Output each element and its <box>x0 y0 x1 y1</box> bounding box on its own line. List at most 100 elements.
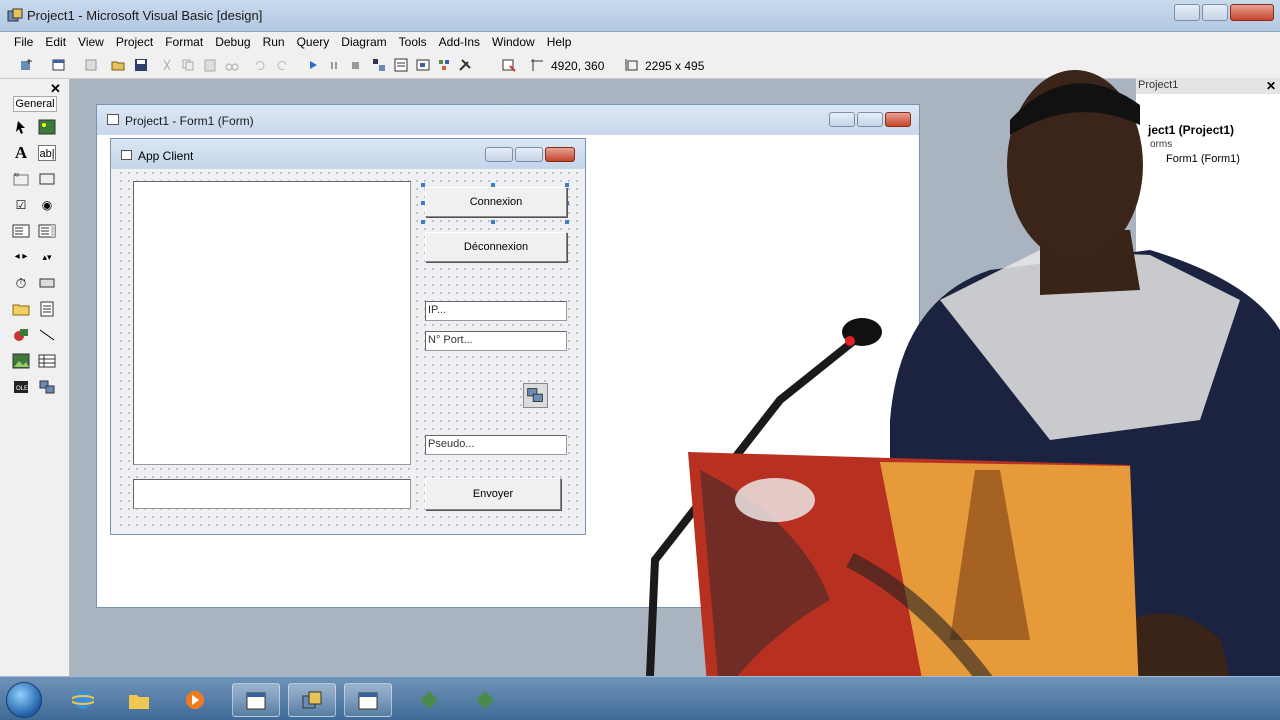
app-client-form[interactable]: App Client Connexion Déconnexion IP... N… <box>110 138 586 535</box>
optionbutton-icon[interactable]: ◉ <box>38 197 56 213</box>
properties-window-icon[interactable] <box>394 58 408 72</box>
taskbar-app-4[interactable] <box>462 683 510 717</box>
line-icon[interactable] <box>38 327 56 343</box>
minimize-button[interactable] <box>1174 4 1200 21</box>
position-icon <box>531 59 543 71</box>
svg-text:OLE: OLE <box>16 386 28 392</box>
taskbar-explorer[interactable] <box>116 683 164 717</box>
connect-button[interactable]: Connexion <box>425 187 567 217</box>
ip-field[interactable]: IP... <box>425 301 567 321</box>
vscrollbar-icon[interactable]: ▴▾ <box>38 249 56 265</box>
pointer-icon[interactable] <box>12 119 30 135</box>
menu-file[interactable]: File <box>8 32 39 52</box>
start-icon[interactable] <box>306 58 320 72</box>
selection-handle[interactable] <box>421 220 425 224</box>
menu-run[interactable]: Run <box>257 32 291 52</box>
form-layout-icon[interactable] <box>416 58 430 72</box>
port-field[interactable]: N° Port... <box>425 331 567 351</box>
drivelistbox-icon[interactable] <box>38 275 56 291</box>
designer-close-button[interactable] <box>885 112 911 127</box>
cut-icon[interactable] <box>160 58 174 72</box>
redo-icon[interactable] <box>275 58 289 72</box>
app-client-controls <box>485 147 575 162</box>
messages-listbox[interactable] <box>133 181 411 465</box>
label-icon[interactable]: A <box>12 144 30 161</box>
dirlistbox-icon[interactable] <box>12 301 30 317</box>
break-icon[interactable] <box>327 58 341 72</box>
menu-format[interactable]: Format <box>159 32 209 52</box>
selection-handle[interactable] <box>491 220 495 224</box>
menu-editor-icon[interactable] <box>84 58 98 72</box>
form-window-icon <box>358 692 378 710</box>
data-view-icon[interactable] <box>502 58 516 72</box>
maximize-button[interactable] <box>1202 4 1228 21</box>
frame-icon[interactable]: xy <box>12 171 30 187</box>
combobox-icon[interactable] <box>12 223 30 239</box>
toolbox-icon[interactable] <box>458 58 472 72</box>
start-button[interactable] <box>6 682 42 718</box>
undo-icon[interactable] <box>253 58 267 72</box>
project-explorer-icon[interactable] <box>372 58 386 72</box>
data-icon[interactable] <box>38 353 56 369</box>
menu-tools[interactable]: Tools <box>393 32 433 52</box>
menu-add-ins[interactable]: Add-Ins <box>433 32 486 52</box>
taskbar-app-2[interactable] <box>344 683 392 717</box>
picturebox-icon[interactable] <box>38 119 56 135</box>
add-project-icon[interactable] <box>20 58 34 72</box>
image-icon[interactable] <box>12 353 30 369</box>
ole-icon[interactable]: OLE <box>12 379 30 395</box>
shape-icon[interactable] <box>12 327 30 343</box>
menu-edit[interactable]: Edit <box>39 32 72 52</box>
menu-debug[interactable]: Debug <box>209 32 256 52</box>
menu-query[interactable]: Query <box>291 32 336 52</box>
project-tree-form1[interactable]: Form1 (Form1) <box>1166 153 1240 165</box>
menu-help[interactable]: Help <box>541 32 578 52</box>
designer-minimize-button[interactable] <box>829 112 855 127</box>
size-icon <box>625 59 638 71</box>
find-icon[interactable] <box>225 58 239 72</box>
disconnect-button[interactable]: Déconnexion <box>425 232 567 262</box>
app-maximize-button[interactable] <box>515 147 543 162</box>
object-browser-icon[interactable] <box>437 58 451 72</box>
pseudo-field[interactable]: Pseudo... <box>425 435 567 455</box>
app-minimize-button[interactable] <box>485 147 513 162</box>
filelistbox-icon[interactable] <box>38 301 56 317</box>
open-project-icon[interactable] <box>111 58 125 72</box>
listbox-icon[interactable] <box>38 223 56 239</box>
taskbar-app-1[interactable] <box>232 683 280 717</box>
save-project-icon[interactable] <box>134 58 148 72</box>
end-icon[interactable] <box>348 58 362 72</box>
designer-maximize-button[interactable] <box>857 112 883 127</box>
toolbox-close-icon[interactable]: ✕ <box>50 81 61 97</box>
paste-icon[interactable] <box>203 58 217 72</box>
timer-icon[interactable]: ⏱ <box>12 275 30 291</box>
project-tree-root[interactable]: ject1 (Project1) <box>1148 123 1234 137</box>
taskbar-media[interactable] <box>172 683 220 717</box>
textbox-icon[interactable]: ab| <box>38 145 56 161</box>
media-player-icon <box>186 691 204 709</box>
taskbar-visual-basic[interactable] <box>288 683 336 717</box>
form-client-area[interactable]: Connexion Déconnexion IP... N° Port... P… <box>117 169 579 529</box>
winsock-icon[interactable] <box>38 379 56 395</box>
checkbox-icon[interactable]: ☑ <box>12 197 30 213</box>
taskbar-ie[interactable] <box>60 683 108 717</box>
toolbox-general-tab[interactable]: General <box>13 96 57 112</box>
app-close-button[interactable] <box>545 147 575 162</box>
commandbutton-icon[interactable] <box>38 171 56 187</box>
send-button[interactable]: Envoyer <box>425 478 561 510</box>
hscrollbar-icon[interactable]: ◂ ▸ <box>12 249 30 265</box>
copy-icon[interactable] <box>181 58 195 72</box>
message-input[interactable] <box>133 479 411 509</box>
window-title: Project1 - Microsoft Visual Basic [desig… <box>27 8 263 23</box>
menu-diagram[interactable]: Diagram <box>335 32 392 52</box>
winsock-control-icon[interactable] <box>523 383 548 408</box>
close-button[interactable] <box>1230 4 1274 21</box>
add-form-icon[interactable] <box>52 58 66 72</box>
menu-view[interactable]: View <box>72 32 110 52</box>
menu-project[interactable]: Project <box>110 32 159 52</box>
project-tree-forms-folder[interactable]: orms <box>1150 139 1172 150</box>
taskbar-app-3[interactable] <box>406 683 454 717</box>
selection-handle[interactable] <box>565 220 569 224</box>
project-explorer-close-icon[interactable]: ✕ <box>1266 79 1276 93</box>
menu-window[interactable]: Window <box>486 32 541 52</box>
